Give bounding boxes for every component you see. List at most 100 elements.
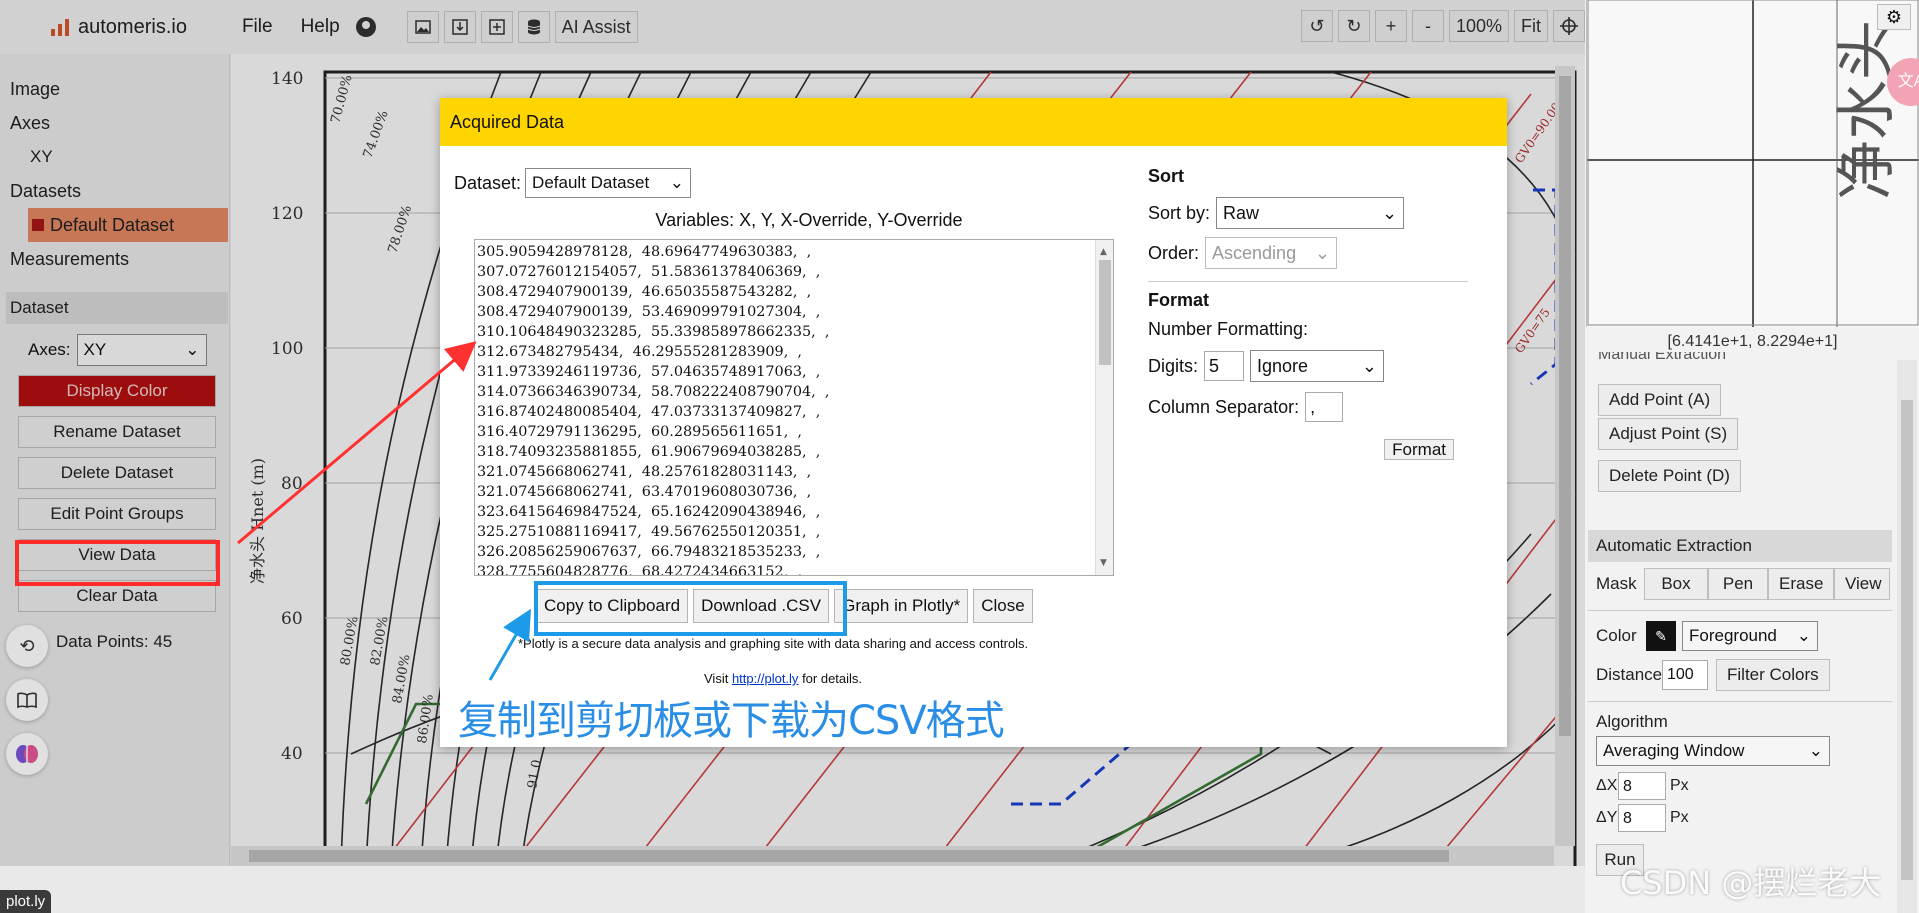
- digits-row: Digits: 5 Ignore ⌄: [1148, 350, 1478, 382]
- status-bar: plot.ly: [0, 890, 52, 913]
- automatic-extraction-header: Automatic Extraction: [1588, 530, 1892, 562]
- data-row: 311.97339246119736, 57.04635748917063, ,: [477, 364, 821, 380]
- variables-text: Variables: X, Y, X-Override, Y-Override: [655, 210, 963, 230]
- algorithm-select[interactable]: Averaging Window ⌄: [1596, 736, 1830, 766]
- algorithm-label: Algorithm: [1596, 712, 1668, 731]
- visit-prefix: Visit: [704, 671, 729, 686]
- mask-erase-button[interactable]: Erase: [1768, 568, 1834, 600]
- separator-row: Column Separator: ,: [1148, 392, 1478, 422]
- digits-label: Digits:: [1148, 355, 1199, 376]
- scroll-down-icon[interactable]: ▼: [1100, 553, 1107, 573]
- acquired-data-dialog: Acquired Data Dataset: Default Dataset ⌄…: [440, 98, 1507, 747]
- dx-label: ΔX: [1596, 777, 1618, 794]
- digits-mode-value: Ignore: [1257, 355, 1309, 376]
- eyedropper-icon[interactable]: ✎: [1646, 621, 1676, 651]
- data-row: 316.40729791136295, 60.289565611651, ,: [477, 424, 802, 440]
- dx-input[interactable]: 8: [1618, 772, 1666, 800]
- color-mode-select[interactable]: Foreground ⌄: [1682, 621, 1818, 651]
- order-row: Order: Ascending ⌄: [1148, 237, 1478, 269]
- data-row: 307.07276012154057, 51.58361378406369, ,: [477, 264, 821, 280]
- data-row: 308.4729407900139, 53.469099791027304, ,: [477, 304, 821, 320]
- filter-colors-button[interactable]: Filter Colors: [1716, 659, 1830, 691]
- digits-input[interactable]: 5: [1204, 351, 1245, 381]
- dy-unit: Px: [1670, 809, 1689, 826]
- sort-header: Sort: [1148, 166, 1184, 186]
- data-row: 308.4729407900139, 46.65035587543282, ,: [477, 284, 812, 300]
- sort-by-label: Sort by:: [1148, 202, 1211, 223]
- data-textarea[interactable]: 305.9059428978128, 48.69647749630383, , 3…: [474, 239, 1114, 576]
- dy-label: ΔY: [1596, 809, 1618, 826]
- mask-pen-button[interactable]: Pen: [1708, 568, 1768, 600]
- number-formatting-label: Number Formatting:: [1148, 319, 1309, 339]
- digits-mode-select[interactable]: Ignore ⌄: [1250, 350, 1385, 382]
- scroll-thumb[interactable]: [1099, 260, 1111, 365]
- dataset-select-value: Default Dataset: [532, 173, 650, 192]
- order-value: Ascending: [1212, 242, 1297, 263]
- dataset-select[interactable]: Default Dataset ⌄: [525, 168, 692, 198]
- plotly-link[interactable]: http://plot.ly: [732, 671, 798, 686]
- plotly-note: *Plotly is a secure data analysis and gr…: [518, 636, 1029, 651]
- graph-in-plotly-button[interactable]: Graph in Plotly*: [834, 589, 969, 623]
- settings-gear-icon[interactable]: ⚙: [1877, 4, 1911, 30]
- dataset-output-section: Dataset: Default Dataset ⌄ Variables: X,…: [454, 168, 1114, 231]
- zoom-text: 净水头 Hnet: [1832, 0, 1902, 200]
- zoom-image: 净水头 Hnet: [1587, 0, 1919, 327]
- color-mode-value: Foreground: [1689, 626, 1777, 645]
- data-row: 314.07366346390734, 58.708222408790704, …: [477, 384, 830, 400]
- order-select[interactable]: Ascending ⌄: [1205, 237, 1338, 269]
- data-row: 312.673482795434, 46.29555281283909, ,: [477, 344, 802, 360]
- separator-label: Column Separator:: [1148, 396, 1300, 417]
- manual-extraction-section: Manual Extraction Add Point (A) Adjust P…: [1588, 352, 1892, 492]
- data-row: 321.0745668062741, 48.25761828031143, ,: [477, 464, 812, 480]
- zoom-preview: 净水头 Hnet ⚙ 文A: [1586, 0, 1919, 327]
- color-label: Color: [1596, 626, 1637, 645]
- distance-label: Distance: [1596, 665, 1663, 684]
- mask-label: Mask: [1596, 574, 1637, 593]
- adjust-point-button[interactable]: Adjust Point (S): [1598, 418, 1739, 450]
- scroll-up-icon[interactable]: ▲: [1100, 242, 1107, 262]
- data-row: 316.87402480085404, 47.03733137409827, ,: [477, 404, 821, 420]
- data-row: 310.10648490323285, 55.339858978662335, …: [477, 324, 830, 340]
- separator-input[interactable]: ,: [1305, 392, 1344, 422]
- format-button[interactable]: Format: [1384, 439, 1454, 460]
- data-row: 305.9059428978128, 48.69647749630383, ,: [477, 244, 812, 260]
- distance-input[interactable]: 100: [1662, 660, 1708, 690]
- data-row: 323.64156469847524, 65.16242090438946, ,: [477, 504, 821, 520]
- divider: [1148, 281, 1468, 282]
- right-panel-scrollbar[interactable]: [1897, 360, 1917, 913]
- chevron-down-icon: ⌄: [669, 173, 685, 192]
- add-point-button[interactable]: Add Point (A): [1598, 384, 1722, 416]
- manual-extraction-header: Manual Extraction: [1598, 352, 1727, 363]
- chevron-down-icon: ⌄: [1808, 741, 1823, 760]
- dx-unit: Px: [1670, 777, 1689, 794]
- sort-by-select[interactable]: Raw ⌄: [1216, 197, 1405, 229]
- scroll-thumb[interactable]: [1901, 400, 1913, 880]
- visit-suffix: for details.: [802, 671, 863, 686]
- dy-input[interactable]: 8: [1618, 804, 1666, 832]
- sort-format-section: Sort Sort by: Raw ⌄ Order: Ascending ⌄ F…: [1148, 166, 1478, 466]
- view-data-highlight: [15, 540, 220, 586]
- algorithm-value: Averaging Window: [1603, 741, 1745, 760]
- copy-download-highlight: [534, 581, 847, 636]
- watermark: CSDN @摆烂老大: [1620, 864, 1882, 902]
- sort-by-row: Sort by: Raw ⌄: [1148, 197, 1478, 229]
- mask-box-button[interactable]: Box: [1644, 568, 1708, 600]
- chevron-down-icon: ⌄: [1314, 242, 1331, 263]
- delete-point-button[interactable]: Delete Point (D): [1598, 460, 1741, 492]
- data-row: 328.7755604828776, 68.4272434663152, ,: [477, 564, 802, 576]
- order-label: Order:: [1148, 242, 1200, 263]
- mask-view-button[interactable]: View: [1834, 568, 1890, 600]
- chevron-down-icon: ⌄: [1361, 355, 1378, 376]
- format-header: Format: [1148, 290, 1210, 310]
- plotly-visit-line: Visit http://plot.ly for details.: [704, 671, 862, 686]
- textarea-scrollbar[interactable]: ▲ ▼: [1095, 240, 1113, 575]
- automatic-extraction-section: Automatic Extraction Mask Box Pen Erase …: [1588, 530, 1892, 876]
- dataset-label: Dataset:: [454, 172, 522, 193]
- data-rows: 305.9059428978128, 48.69647749630383, , 3…: [477, 242, 1113, 576]
- close-button[interactable]: Close: [973, 589, 1033, 623]
- data-row: 321.0745668062741, 63.47019608030736, ,: [477, 484, 812, 500]
- dialog-title: Acquired Data: [440, 98, 1507, 146]
- sort-by-value: Raw: [1223, 202, 1260, 223]
- chevron-down-icon: ⌄: [1381, 202, 1398, 223]
- data-row: 325.27510881169417, 49.56762550120351, ,: [477, 524, 821, 540]
